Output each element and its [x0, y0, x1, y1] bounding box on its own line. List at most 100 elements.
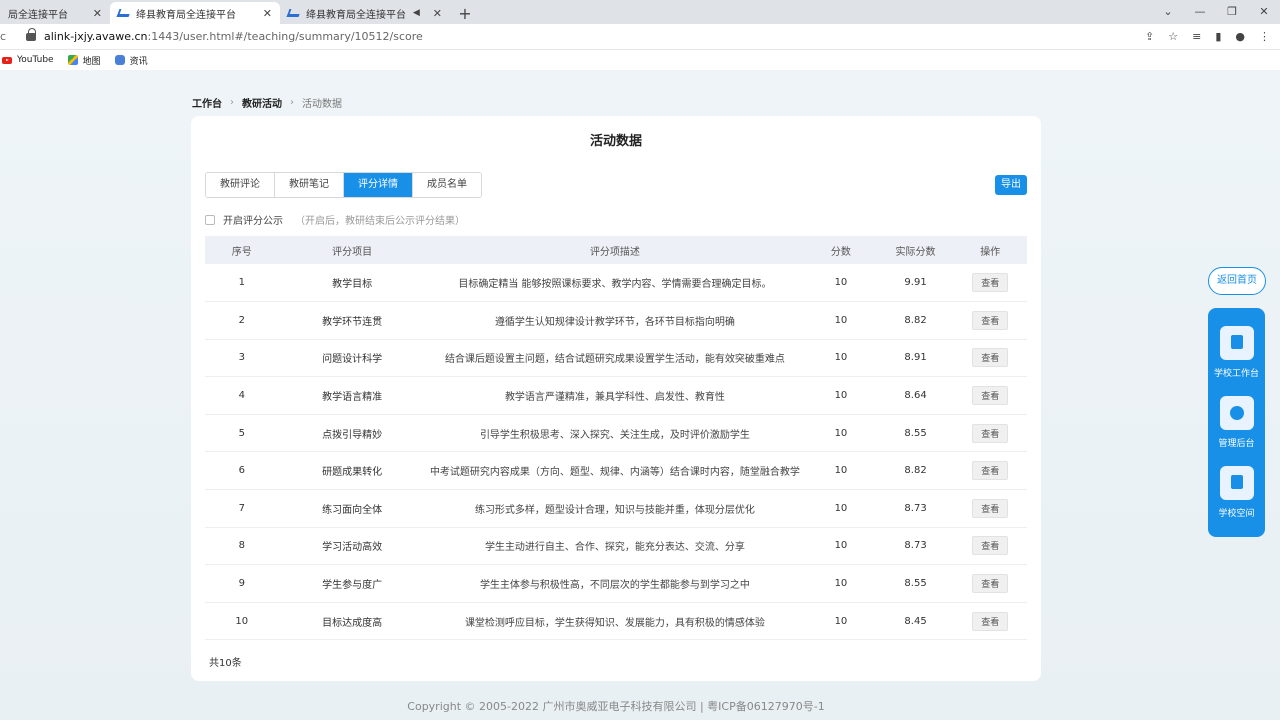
- header-desc: 评分项描述: [426, 236, 804, 264]
- view-button[interactable]: 查看: [972, 574, 1008, 593]
- tab-notes[interactable]: 教研笔记: [275, 173, 344, 197]
- bookmark-label: 资讯: [130, 54, 148, 67]
- bookmark-news[interactable]: 资讯: [115, 54, 148, 67]
- bookmarks-bar: YouTube 地图 资讯: [0, 50, 1280, 70]
- cell-desc: 课堂检测呼应目标，学生获得知识、发展能力，具有积极的情感体验: [426, 602, 804, 640]
- cell-item: 问题设计科学: [279, 339, 426, 377]
- table-row: 5点拨引导精妙引导学生积极思考、深入探究、关注生成，及时评价激励学生108.55…: [205, 414, 1027, 452]
- public-score-checkbox[interactable]: [205, 215, 215, 225]
- speaker-icon[interactable]: ◀: [413, 8, 420, 18]
- star-icon[interactable]: ☆: [1168, 30, 1178, 43]
- cell-no: 5: [205, 414, 279, 452]
- view-button[interactable]: 查看: [972, 612, 1008, 631]
- share-icon[interactable]: ⇪: [1145, 30, 1154, 43]
- view-button[interactable]: 查看: [972, 461, 1008, 480]
- cell-actual: 8.73: [878, 527, 954, 565]
- side-item-school-space[interactable]: 学校空间: [1208, 466, 1265, 519]
- lock-icon[interactable]: [26, 33, 36, 41]
- browser-tab-1[interactable]: 局全连接平台 ✕: [0, 2, 110, 24]
- side-item-admin[interactable]: 管理后台: [1208, 396, 1265, 449]
- side-item-label: 学校空间: [1218, 509, 1254, 519]
- cell-actual: 8.55: [878, 414, 954, 452]
- cell-score: 10: [804, 339, 878, 377]
- bookmark-youtube[interactable]: YouTube: [2, 55, 54, 65]
- cell-no: 3: [205, 339, 279, 377]
- view-button[interactable]: 查看: [972, 424, 1008, 443]
- view-button[interactable]: 查看: [972, 311, 1008, 330]
- cell-item: 教学环节连贯: [279, 302, 426, 340]
- table-row: 7练习面向全体练习形式多样，题型设计合理，知识与技能并重，体现分层优化108.7…: [205, 490, 1027, 528]
- table-row: 1教学目标目标确定精当 能够按照课标要求、教学内容、学情需要合理确定目标。109…: [205, 264, 1027, 302]
- export-button[interactable]: 导出: [995, 175, 1027, 195]
- favicon-icon: [287, 9, 302, 17]
- breadcrumb-current: 活动数据: [302, 95, 342, 110]
- table-row: 10目标达成度高课堂检测呼应目标，学生获得知识、发展能力，具有积极的情感体验10…: [205, 602, 1027, 640]
- side-item-school-workbench[interactable]: 学校工作台: [1208, 326, 1265, 379]
- view-button[interactable]: 查看: [972, 348, 1008, 367]
- cell-score: 10: [804, 490, 878, 528]
- back-home-button[interactable]: 返回首页: [1208, 267, 1266, 295]
- cell-actual: 9.91: [878, 264, 954, 302]
- cell-score: 10: [804, 602, 878, 640]
- breadcrumb: 工作台 › 教研活动 › 活动数据: [192, 95, 342, 110]
- chevron-down-icon[interactable]: ⌄: [1152, 5, 1184, 18]
- cell-no: 4: [205, 377, 279, 415]
- address-bar: c alink-jxjy.avawe.cn:1443/user.html#/te…: [0, 24, 1280, 50]
- cell-no: 10: [205, 602, 279, 640]
- cell-action: 查看: [953, 565, 1027, 603]
- cell-desc: 引导学生积极思考、深入探究、关注生成，及时评价激励学生: [426, 414, 804, 452]
- sidebar-icon[interactable]: ▮: [1215, 30, 1221, 43]
- cell-actual: 8.91: [878, 339, 954, 377]
- cell-action: 查看: [953, 264, 1027, 302]
- table-row: 3问题设计科学结合课后题设置主问题，结合试题研究成果设置学生活动，能有效突破重难…: [205, 339, 1027, 377]
- reading-list-icon[interactable]: ≡: [1192, 30, 1201, 43]
- reload-icon[interactable]: c: [0, 30, 10, 43]
- bookmark-label: 地图: [83, 54, 101, 67]
- header-actual: 实际分数: [878, 236, 954, 264]
- cell-actual: 8.73: [878, 490, 954, 528]
- browser-tab-2[interactable]: 绛县教育局全连接平台 ✕: [110, 2, 280, 24]
- header-item: 评分项目: [279, 236, 426, 264]
- new-tab-button[interactable]: +: [454, 2, 476, 24]
- youtube-icon: [2, 57, 12, 64]
- tab-comments[interactable]: 教研评论: [206, 173, 275, 197]
- cell-actual: 8.64: [878, 377, 954, 415]
- url-field[interactable]: alink-jxjy.avawe.cn:1443/user.html#/teac…: [44, 30, 423, 43]
- tab-score-details[interactable]: 评分详情: [344, 173, 413, 197]
- cell-desc: 结合课后题设置主问题，结合试题研究成果设置学生活动，能有效突破重难点: [426, 339, 804, 377]
- breadcrumb-research[interactable]: 教研活动: [242, 95, 282, 110]
- table-row: 4教学语言精准教学语言严谨精准，兼具学科性、启发性、教育性108.64查看: [205, 377, 1027, 415]
- cell-action: 查看: [953, 302, 1027, 340]
- cell-no: 9: [205, 565, 279, 603]
- cell-no: 2: [205, 302, 279, 340]
- favicon-icon: [117, 9, 132, 17]
- close-icon[interactable]: ✕: [93, 7, 102, 20]
- view-button[interactable]: 查看: [972, 536, 1008, 555]
- view-button[interactable]: 查看: [972, 273, 1008, 292]
- news-icon: [115, 55, 125, 65]
- bookmark-maps[interactable]: 地图: [68, 54, 101, 67]
- view-button[interactable]: 查看: [972, 499, 1008, 518]
- tab-label: 绛县教育局全连接平台: [306, 6, 406, 21]
- profile-icon[interactable]: ●: [1235, 30, 1245, 43]
- restore-icon[interactable]: ❐: [1216, 5, 1248, 18]
- cell-item: 练习面向全体: [279, 490, 426, 528]
- url-host: alink-jxjy.avawe.cn: [44, 30, 148, 43]
- cell-item: 教学语言精准: [279, 377, 426, 415]
- window-controls: ⌄ — ❐ ✕: [1152, 0, 1280, 22]
- more-icon[interactable]: ⋮: [1259, 30, 1270, 43]
- browser-tab-3[interactable]: 绛县教育局全连接平台 ◀ ✕: [280, 2, 450, 24]
- close-icon[interactable]: ✕: [263, 7, 272, 20]
- tab-members[interactable]: 成员名单: [413, 173, 481, 197]
- breadcrumb-workbench[interactable]: 工作台: [192, 95, 222, 110]
- cell-score: 10: [804, 264, 878, 302]
- tab-label: 绛县教育局全连接平台: [136, 6, 236, 21]
- close-window-icon[interactable]: ✕: [1248, 5, 1280, 18]
- minimize-icon[interactable]: —: [1184, 5, 1216, 18]
- cell-desc: 教学语言严谨精准，兼具学科性、启发性、教育性: [426, 377, 804, 415]
- page-title: 活动数据: [191, 130, 1041, 149]
- view-button[interactable]: 查看: [972, 386, 1008, 405]
- close-icon[interactable]: ✕: [433, 7, 442, 20]
- cell-desc: 学生主体参与积极性高，不同层次的学生都能参与到学习之中: [426, 565, 804, 603]
- public-score-row: 开启评分公示 （开启后，教研结束后公示评分结果）: [205, 212, 465, 227]
